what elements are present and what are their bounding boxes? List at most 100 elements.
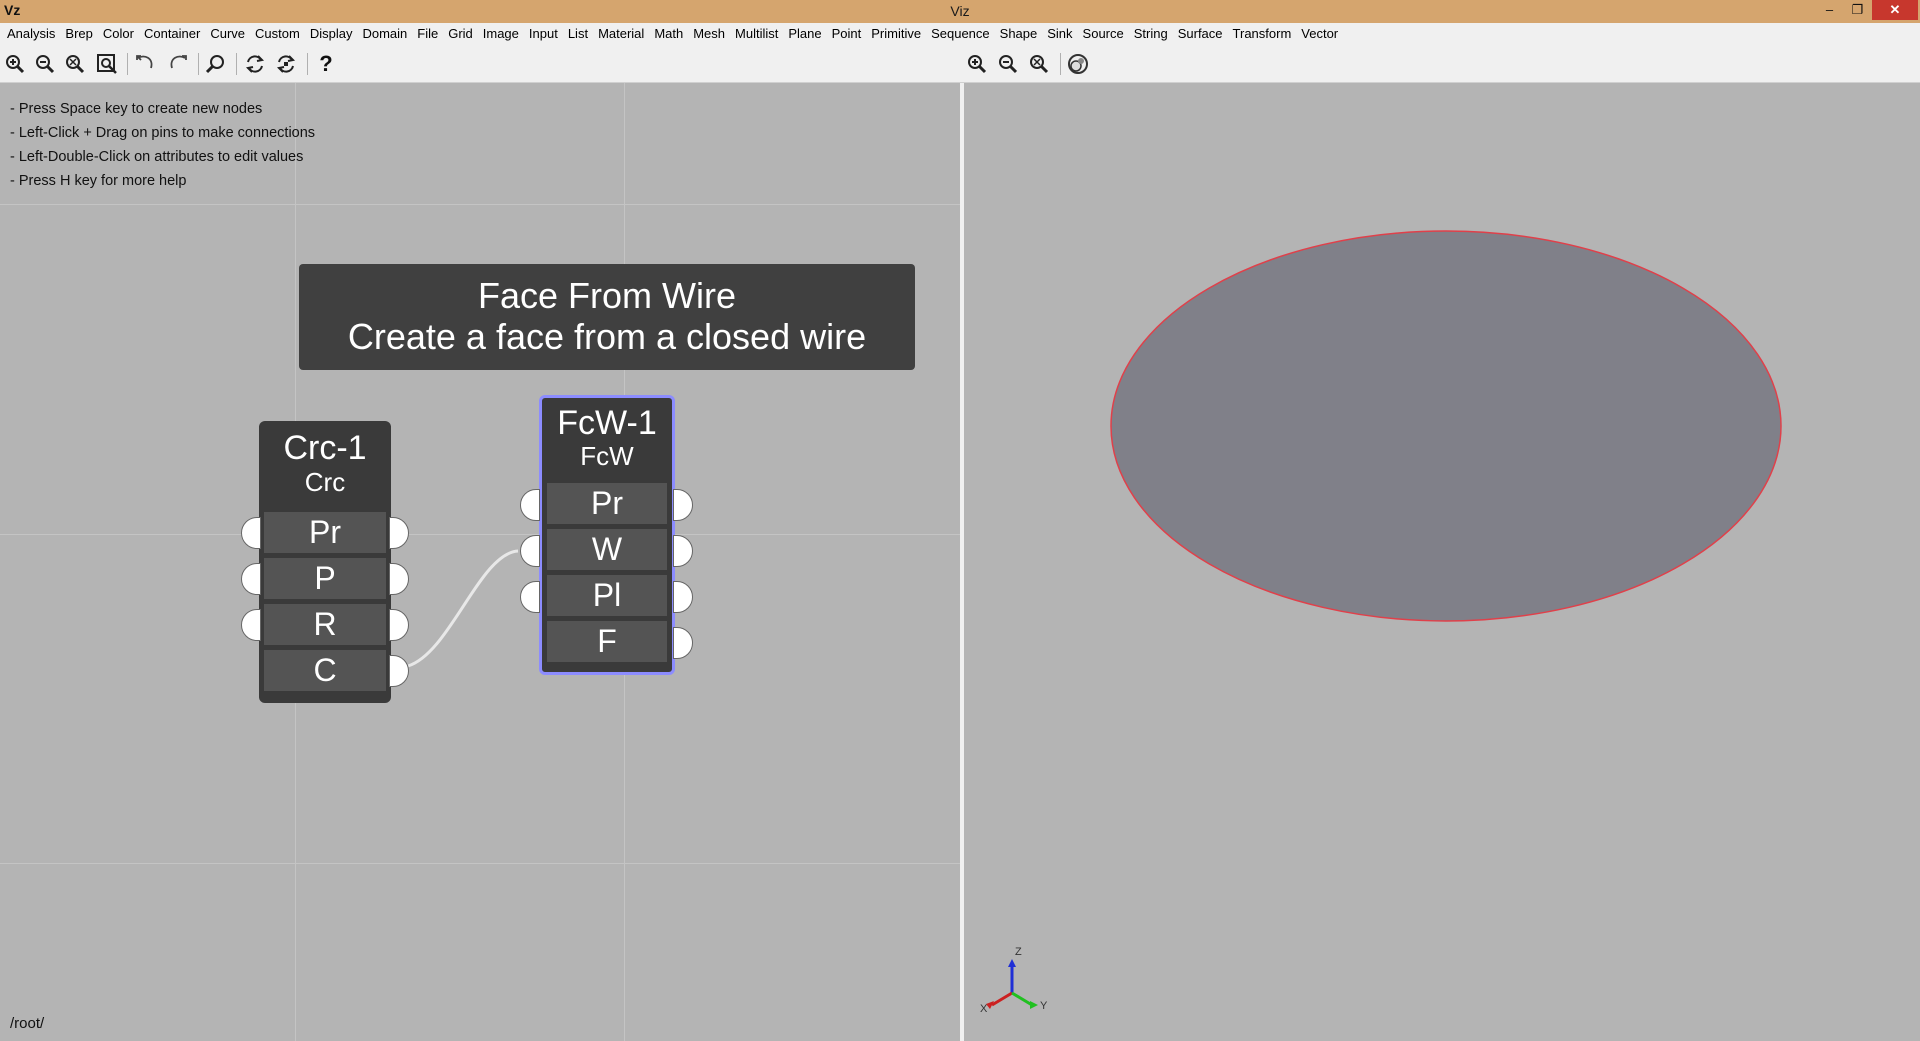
refresh-all-icon[interactable] xyxy=(274,52,298,76)
menu-display[interactable]: Display xyxy=(305,24,358,44)
viewport-zoom-in-icon[interactable] xyxy=(965,52,989,76)
menu-surface[interactable]: Surface xyxy=(1173,24,1228,44)
viewport-zoom-out-icon[interactable] xyxy=(996,52,1020,76)
attribute-p[interactable]: P xyxy=(264,558,386,599)
node-tooltip: Face From Wire Create a face from a clos… xyxy=(299,264,915,370)
zoom-reset-icon[interactable] xyxy=(63,52,87,76)
viewport-zoom-reset-icon[interactable] xyxy=(1027,52,1051,76)
face-shape xyxy=(1110,230,1782,622)
zoom-out-icon[interactable] xyxy=(33,52,57,76)
output-pin-w[interactable] xyxy=(673,535,693,567)
axis-label-z: Z xyxy=(1015,946,1022,958)
axis-label-y: Y xyxy=(1040,1000,1048,1012)
output-pin-pl[interactable] xyxy=(673,581,693,613)
menu-primitive[interactable]: Primitive xyxy=(866,24,926,44)
attribute-pl[interactable]: Pl xyxy=(547,575,667,616)
toolbar-separator xyxy=(198,53,199,75)
input-pin-pl[interactable] xyxy=(520,581,540,613)
toolbar-separator xyxy=(307,53,308,75)
node-name: FcW-1 xyxy=(557,404,657,442)
input-pin-pr[interactable] xyxy=(241,517,261,549)
menu-domain[interactable]: Domain xyxy=(357,24,412,44)
toolbar: ? xyxy=(0,45,1920,83)
grid-line xyxy=(0,534,960,535)
menu-multilist[interactable]: Multilist xyxy=(730,24,783,44)
find-icon[interactable] xyxy=(204,52,228,76)
menu-mesh[interactable]: Mesh xyxy=(688,24,730,44)
menu-brep[interactable]: Brep xyxy=(60,24,97,44)
menu-color[interactable]: Color xyxy=(98,24,139,44)
output-pin-pr[interactable] xyxy=(673,489,693,521)
connection-wire xyxy=(407,549,519,668)
tooltip-title: Face From Wire xyxy=(477,275,736,316)
toolbar-separator xyxy=(1060,53,1061,75)
menu-material[interactable]: Material xyxy=(593,24,649,44)
connection-layer xyxy=(407,549,519,668)
grid-line xyxy=(0,204,960,205)
menu-curve[interactable]: Curve xyxy=(205,24,250,44)
menu-file[interactable]: File xyxy=(412,24,443,44)
close-button[interactable]: ✕ xyxy=(1872,0,1918,20)
menu-bar: Analysis Brep Color Container Curve Cust… xyxy=(0,23,1920,45)
window-title: Viz xyxy=(950,3,970,19)
node-name: Crc-1 xyxy=(283,429,367,467)
menu-list[interactable]: List xyxy=(563,24,593,44)
redo-icon[interactable] xyxy=(165,52,189,76)
undo-icon[interactable] xyxy=(134,52,158,76)
menu-grid[interactable]: Grid xyxy=(443,24,478,44)
tooltip-description: Create a face from a closed wire xyxy=(347,316,867,357)
menu-custom[interactable]: Custom xyxy=(250,24,305,44)
node-type: FcW xyxy=(580,441,634,471)
menu-analysis[interactable]: Analysis xyxy=(2,24,60,44)
menu-source[interactable]: Source xyxy=(1078,24,1129,44)
toolbar-separator xyxy=(236,53,237,75)
minimize-button[interactable]: – xyxy=(1816,0,1843,20)
menu-sink[interactable]: Sink xyxy=(1042,24,1077,44)
menu-image[interactable]: Image xyxy=(478,24,524,44)
input-pin-pr[interactable] xyxy=(520,489,540,521)
breadcrumb-path: /root/ xyxy=(10,1015,45,1032)
node-editor-canvas[interactable]: - Press Space key to create new nodes - … xyxy=(0,83,960,1041)
menu-container[interactable]: Container xyxy=(139,24,205,44)
viewport-scene: Z X Y xyxy=(980,230,1782,1015)
menu-string[interactable]: String xyxy=(1129,24,1173,44)
menu-plane[interactable]: Plane xyxy=(783,24,826,44)
menu-shape[interactable]: Shape xyxy=(995,24,1043,44)
help-text-line: - Press H key for more help xyxy=(10,173,187,189)
output-pin-c[interactable] xyxy=(389,655,409,687)
output-pin-r[interactable] xyxy=(389,609,409,641)
restore-button[interactable]: ❐ xyxy=(1844,0,1871,20)
attribute-c[interactable]: C xyxy=(264,650,386,691)
menu-sequence[interactable]: Sequence xyxy=(926,24,995,44)
output-pin-p[interactable] xyxy=(389,563,409,595)
attribute-pr[interactable]: Pr xyxy=(547,483,667,524)
node-fcw-1[interactable]: FcW-1 FcW Pr W Pl F xyxy=(539,395,675,675)
output-pin-pr[interactable] xyxy=(389,517,409,549)
toolbar-separator xyxy=(127,53,128,75)
refresh-icon[interactable] xyxy=(243,52,267,76)
attribute-w[interactable]: W xyxy=(547,529,667,570)
zoom-in-icon[interactable] xyxy=(3,52,27,76)
render-icon[interactable] xyxy=(1066,52,1090,76)
menu-vector[interactable]: Vector xyxy=(1296,24,1343,44)
help-icon[interactable]: ? xyxy=(314,52,338,76)
help-text-line: - Left-Double-Click on attributes to edi… xyxy=(10,149,304,165)
output-pin-f[interactable] xyxy=(673,627,693,659)
menu-input[interactable]: Input xyxy=(524,24,563,44)
node-type: Crc xyxy=(304,467,346,497)
input-pin-r[interactable] xyxy=(241,609,261,641)
help-text-line: - Left-Click + Drag on pins to make conn… xyxy=(10,125,316,141)
menu-transform[interactable]: Transform xyxy=(1228,24,1297,44)
attribute-pr[interactable]: Pr xyxy=(264,512,386,553)
input-pin-w[interactable] xyxy=(520,535,540,567)
menu-point[interactable]: Point xyxy=(827,24,867,44)
3d-viewport[interactable]: Z X Y xyxy=(964,83,1920,1041)
attribute-f[interactable]: F xyxy=(547,621,667,662)
help-text-line: - Press Space key to create new nodes xyxy=(10,101,263,117)
zoom-fit-icon[interactable] xyxy=(95,52,119,76)
menu-math[interactable]: Math xyxy=(649,24,688,44)
attribute-r[interactable]: R xyxy=(264,604,386,645)
input-pin-p[interactable] xyxy=(241,563,261,595)
node-crc-1[interactable]: Crc-1 Crc Pr P R C xyxy=(259,421,391,703)
axis-gizmo: Z X Y xyxy=(980,946,1048,1015)
